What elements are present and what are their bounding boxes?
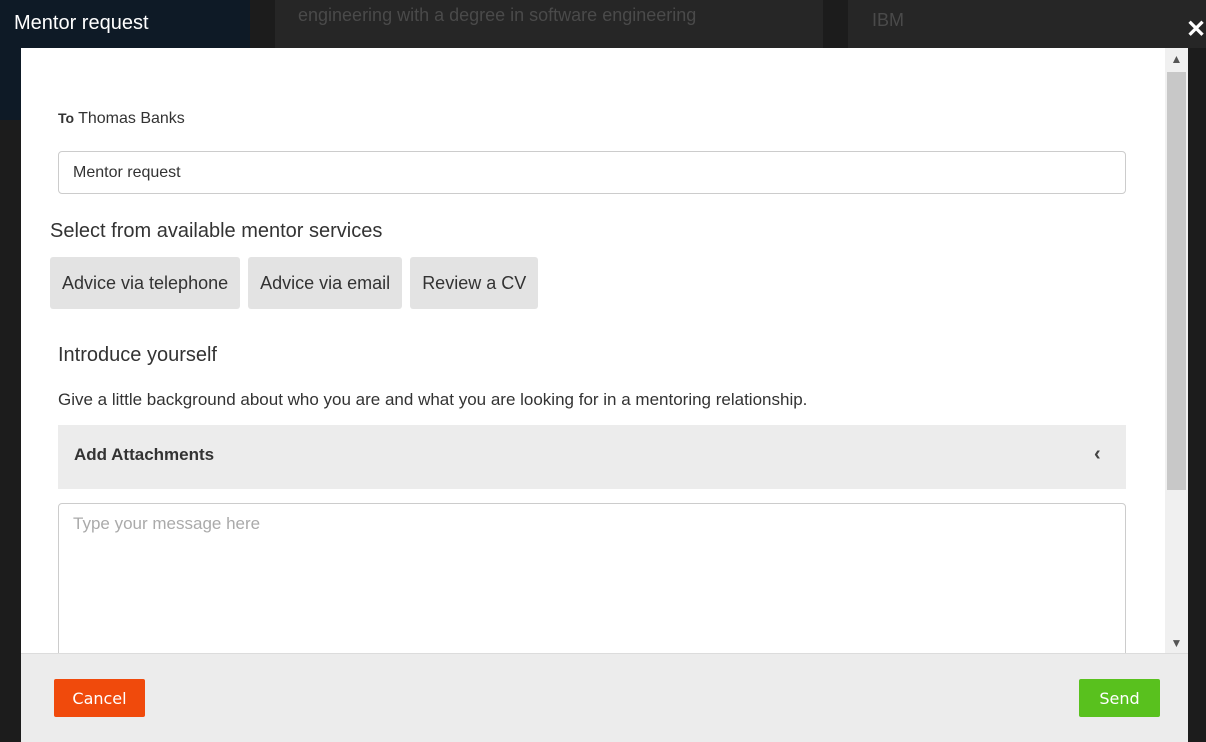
modal-title: Mentor request [14,12,149,34]
background-text: engineering with a degree in software en… [298,5,697,25]
modal-footer: Cancel Send [21,653,1188,742]
service-button-telephone[interactable]: Advice via telephone [50,257,241,309]
scroll-down-icon[interactable]: ▼ [1165,636,1188,650]
services-list: Advice via telephone Advice via email Re… [50,257,539,309]
recipient-name: Thomas Banks [78,110,185,127]
attachments-label: Add Attachments [74,445,215,464]
modal-body: ToThomas Banks Select from available men… [21,48,1165,653]
service-button-email[interactable]: Advice via email [248,257,403,309]
close-icon[interactable]: ✕ [1186,18,1206,42]
scrollbar[interactable]: ▲ ▼ [1165,48,1188,653]
intro-heading: Introduce yourself [58,344,217,366]
add-attachments-toggle[interactable]: Add Attachments ‹ [58,425,1126,489]
mentor-request-dialog: ToThomas Banks Select from available men… [21,48,1188,742]
background-text: IBM [872,10,905,30]
cancel-button[interactable]: Cancel [54,679,145,717]
recipient-line: To Thomas Banks [58,110,185,128]
intro-help-text: Give a little background about who you a… [58,390,808,409]
chevron-left-icon: ‹ [1094,443,1101,465]
service-button-review-cv[interactable]: Review a CV [410,257,539,309]
to-label: To [58,110,75,126]
services-heading: Select from available mentor services [50,220,383,242]
send-button[interactable]: Send [1079,679,1160,717]
message-input[interactable] [58,503,1126,653]
subject-input[interactable] [58,151,1126,194]
scroll-up-icon[interactable]: ▲ [1165,52,1188,66]
scrollbar-thumb[interactable] [1167,72,1186,490]
